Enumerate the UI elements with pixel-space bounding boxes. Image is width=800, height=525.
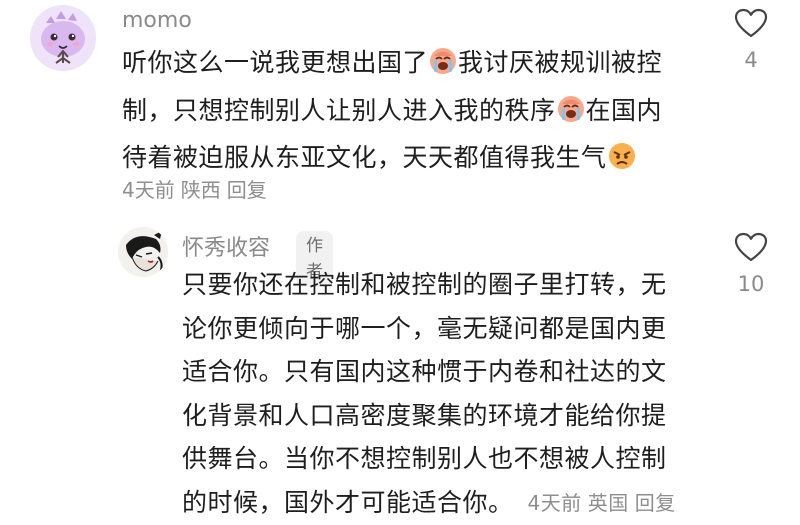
angry-face-icon [608,140,636,184]
comment-text: 我讨厌被规训被控 [458,48,663,77]
comment-meta: 4天前 英国 回复 [528,491,682,515]
like-button[interactable]: 4 [721,8,781,72]
comment-line: 适合你。只有国内这种惯于内卷和社达的文 [182,357,667,386]
comment-line: 论你更倾向于哪一个，毫无疑问都是国内更 [182,313,667,343]
reply-button[interactable]: 回复 [635,491,676,515]
comment-line: 只要你还在控制和被控制的圈子里打转，无 [182,270,667,299]
loudly-crying-face-icon [557,93,585,137]
comment-body: 听你这么一说我更想出国了 我讨厌被规训被控 制，只想控制别人让别人进入我的秩序 在国… [122,41,712,184]
username[interactable]: momo [122,8,192,33]
avatar[interactable] [118,227,168,277]
comment-line: 供舞台。当你不想控制别人也不想被人控制 [182,444,667,473]
comment-line-last: 的时候，国外才可能适合你。 4天前 英国 回复 [182,481,702,525]
comment-text: 制，只想控制别人让别人进入我的秩序 [122,95,556,125]
reply-button[interactable]: 回复 [227,178,267,202]
comment-body: 只要你还在控制和被控制的圈子里打转，无 论你更倾向于哪一个，毫无疑问都是国内更 … [182,263,702,525]
like-count: 4 [744,48,758,72]
timestamp: 4天前 [122,178,175,202]
location: 英国 [587,490,629,515]
heart-outline-icon[interactable] [734,232,768,262]
username[interactable]: 怀秀收容 [182,230,270,262]
comment-text: 在国内 [585,95,663,125]
comment-line: 化背景和人口高密度聚集的环境才能给你提 [182,400,667,430]
timestamp: 4天前 [527,490,582,515]
comment-text: 的时候，国外才可能适合你。 [182,487,514,517]
comment-line: 听你这么一说我更想出国了 我讨厌被规训被控 [122,41,712,89]
comment-text: 待着被迫服从东亚文化，天天都值得我生气 [122,143,607,172]
like-count: 10 [737,272,765,296]
loudly-crying-face-icon [429,45,457,89]
comment-text: 听你这么一说我更想出国了 [122,48,429,77]
purple-dino-avatar-icon [30,5,96,71]
avatar[interactable] [30,5,96,71]
ink-drawing-avatar-icon [118,227,168,277]
location: 陕西 [180,178,221,202]
heart-outline-icon[interactable] [734,8,768,38]
comment-line: 制，只想控制别人让别人进入我的秩序 在国内 [122,89,712,137]
comment-meta: 4天前 陕西 回复 [122,174,273,203]
like-button[interactable]: 10 [721,232,781,296]
